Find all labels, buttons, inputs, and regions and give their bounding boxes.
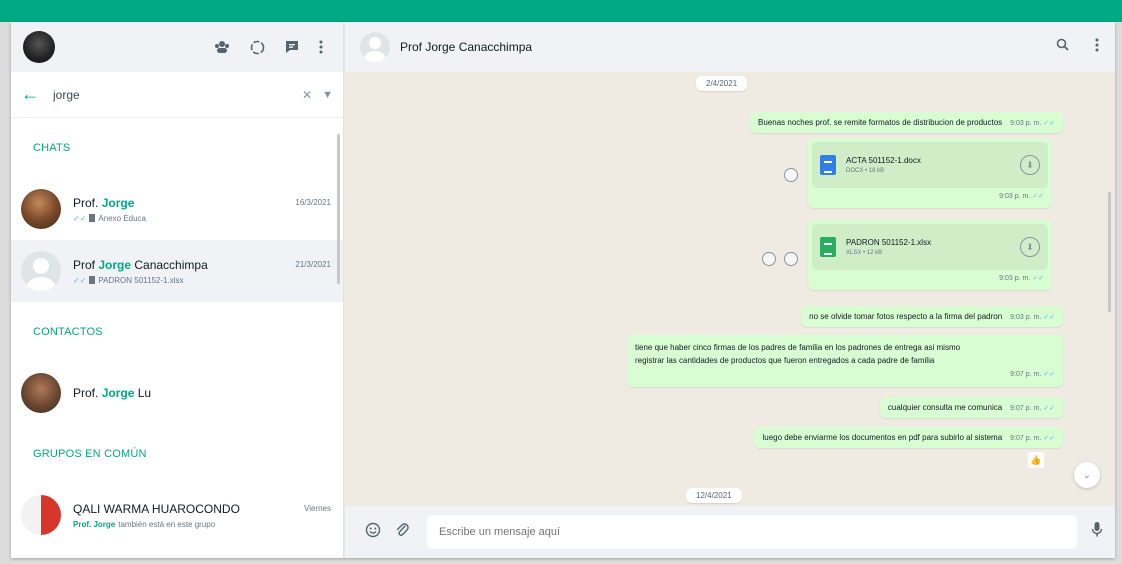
contact-avatar[interactable]: [360, 32, 390, 62]
message-bubble-outgoing[interactable]: tiene que haber cinco firmas de los padr…: [627, 335, 1063, 387]
communities-icon[interactable]: [214, 40, 230, 54]
chat-last-message: ✓✓ Anexo Educa: [73, 213, 146, 223]
section-groups-label: GRUPOS EN COMÚN: [33, 448, 147, 460]
brand-top-band: [0, 0, 1122, 22]
new-chat-icon[interactable]: [285, 40, 299, 54]
chat-name: Prof. Jorge: [73, 195, 135, 210]
my-profile-avatar[interactable]: [23, 31, 55, 63]
message-bubble-outgoing[interactable]: cualquier consulta me comunica 9:07 p. m.…: [879, 397, 1063, 418]
chat-time: 21/3/2021: [295, 260, 331, 269]
conversation-panel: Prof Jorge Canacchimpa 2/4/2021 Buenas n…: [344, 22, 1115, 558]
sidebar: ← ✕ ▼ CHATS Prof. Jorge 16/3/2021 ✓✓ Ane…: [11, 22, 344, 558]
group-time: Viernes: [304, 504, 331, 513]
sidebar-header: [11, 22, 343, 72]
microphone-icon[interactable]: [1091, 521, 1103, 543]
message-input[interactable]: [427, 515, 1077, 549]
message-composer: [344, 506, 1115, 558]
default-avatar: [21, 251, 61, 291]
date-separator: 12/4/2021: [686, 488, 742, 503]
document-icon: [89, 276, 96, 284]
forward-icon[interactable]: [762, 252, 776, 266]
double-check-icon: ✓✓: [73, 213, 87, 223]
group-avatar: [21, 495, 61, 535]
message-bubble-outgoing[interactable]: no se olvide tomar fotos respecto a la f…: [801, 306, 1063, 327]
document-icon: [89, 214, 96, 222]
avatar: [21, 189, 61, 229]
contact-item-prof-jorge-lu[interactable]: Prof. Jorge Lu: [11, 362, 343, 424]
chat-name: Prof Jorge Canacchimpa: [73, 257, 208, 272]
sidebar-scrollbar[interactable]: [337, 134, 340, 284]
forward-icon[interactable]: [784, 252, 798, 266]
download-icon[interactable]: ⬇: [1020, 237, 1040, 257]
back-arrow-icon[interactable]: ←: [21, 84, 43, 105]
message-bubble-outgoing[interactable]: Buenas noches prof. se remite formatos d…: [750, 112, 1063, 133]
avatar: [21, 373, 61, 413]
section-contacts-label: CONTACTOS: [33, 326, 103, 338]
search-bar: ← ✕ ▼: [11, 72, 343, 118]
search-icon[interactable]: [1056, 38, 1069, 56]
group-subtitle: Prof. Jorge también está en este grupo: [73, 519, 216, 529]
message-bubble-outgoing[interactable]: luego debe enviarme los documentos en pd…: [754, 427, 1063, 448]
word-file-icon: [820, 155, 836, 175]
date-separator: 2/4/2021: [696, 76, 748, 91]
chat-item-prof-jorge-canacchimpa[interactable]: Prof Jorge Canacchimpa 21/3/2021 ✓✓ PADR…: [11, 240, 343, 302]
chat-last-message: ✓✓ PADRON 501152-1.xlsx: [73, 275, 184, 285]
contact-name: Prof. Jorge Lu: [73, 386, 152, 400]
forward-icon[interactable]: [784, 168, 798, 182]
filter-icon[interactable]: ▼: [322, 89, 333, 101]
emoji-icon[interactable]: [365, 522, 381, 543]
chat-item-prof-jorge[interactable]: Prof. Jorge 16/3/2021 ✓✓ Anexo Educa: [11, 178, 343, 240]
search-input[interactable]: [53, 87, 303, 102]
group-name: QALI WARMA HUAROCONDO: [73, 501, 240, 516]
conversation-header[interactable]: Prof Jorge Canacchimpa: [344, 22, 1115, 72]
document-message-acta[interactable]: ACTA 501152-1.docx DOCX • 18 kB ⬇ 9:03 p…: [808, 138, 1052, 208]
status-icon[interactable]: [250, 40, 265, 55]
excel-file-icon: [820, 237, 836, 257]
document-message-padron[interactable]: PADRON 501152-1.xlsx XLSX • 12 kB ⬇ 9:03…: [808, 220, 1052, 290]
menu-icon[interactable]: [319, 40, 323, 54]
messages-scrollbar[interactable]: [1108, 192, 1111, 312]
attach-icon[interactable]: [395, 522, 409, 543]
chat-time: 16/3/2021: [295, 198, 331, 207]
section-chats-label: CHATS: [33, 142, 71, 154]
group-item-qali-warma[interactable]: QALI WARMA HUAROCONDO Viernes Prof. Jorg…: [11, 484, 343, 546]
contact-name[interactable]: Prof Jorge Canacchimpa: [400, 40, 532, 54]
message-list[interactable]: 2/4/2021 Buenas noches prof. se remite f…: [344, 72, 1115, 506]
menu-icon[interactable]: [1095, 38, 1099, 57]
double-check-icon: ✓✓: [73, 275, 87, 285]
clear-search-icon[interactable]: ✕: [302, 88, 312, 102]
scroll-down-button[interactable]: ⌄: [1074, 462, 1100, 488]
reaction-emoji[interactable]: 👍: [1028, 452, 1044, 468]
download-icon[interactable]: ⬇: [1020, 155, 1040, 175]
whatsapp-web-app: ← ✕ ▼ CHATS Prof. Jorge 16/3/2021 ✓✓ Ane…: [11, 22, 1115, 558]
